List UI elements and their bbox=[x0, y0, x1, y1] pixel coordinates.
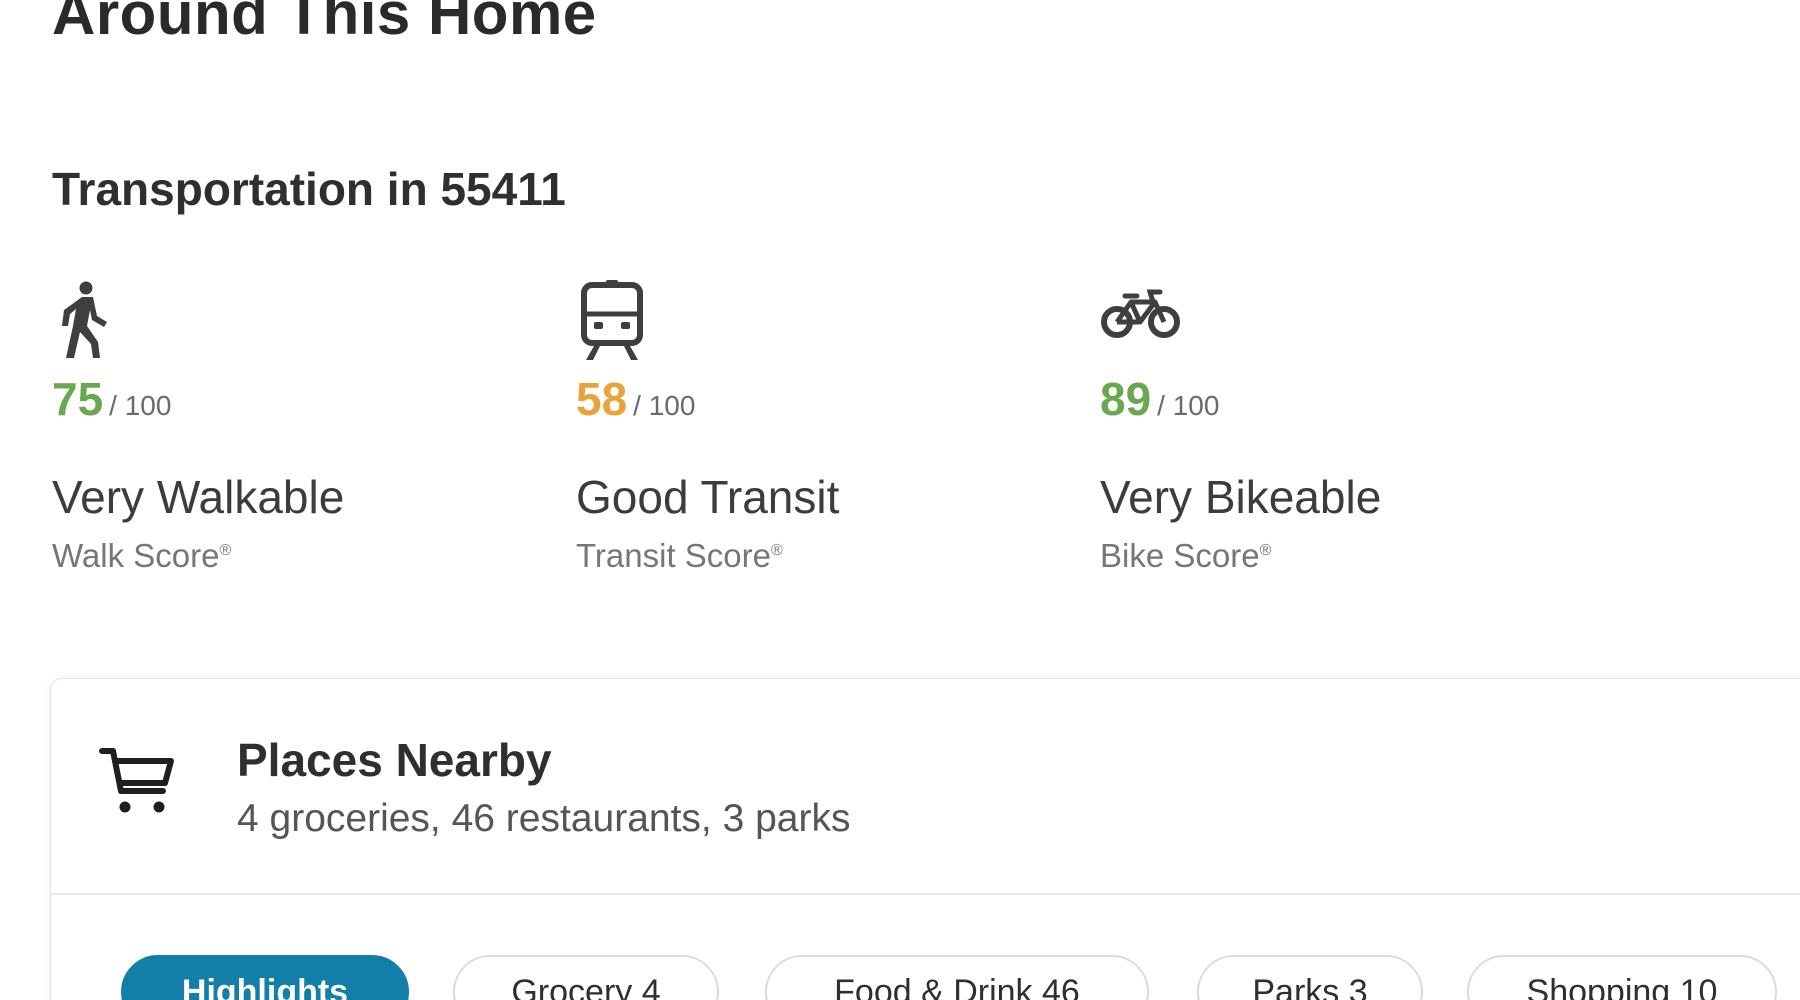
transit-score-max: / 100 bbox=[633, 390, 696, 421]
bike-score-value: 89 bbox=[1100, 373, 1152, 425]
walk-score-card: 75 / 100 Very Walkable Walk Score® bbox=[52, 280, 532, 590]
walk-score-brand-text: Walk Score bbox=[52, 537, 220, 574]
tab-highlights[interactable]: Highlights bbox=[121, 955, 409, 1000]
places-nearby-summary: 4 groceries, 46 restaurants, 3 parks bbox=[237, 797, 851, 840]
bike-score-max: / 100 bbox=[1157, 390, 1220, 421]
shopping-cart-icon bbox=[99, 745, 175, 817]
tab-parks[interactable]: Parks 3 bbox=[1197, 955, 1423, 1000]
tab-grocery[interactable]: Grocery 4 bbox=[453, 955, 719, 1000]
transit-score-value-row: 58 / 100 bbox=[576, 376, 695, 432]
transit-score-label: Good Transit bbox=[576, 471, 840, 523]
transit-score-brand[interactable]: Transit Score® bbox=[576, 537, 783, 574]
bike-score-brand-text: Bike Score bbox=[1100, 537, 1260, 574]
bike-score-brand[interactable]: Bike Score® bbox=[1100, 537, 1272, 574]
walk-icon bbox=[52, 280, 142, 362]
walk-score-value: 75 bbox=[52, 373, 104, 425]
transportation-title: Transportation in 55411 bbox=[52, 163, 566, 215]
section-title: Around This Home bbox=[52, 0, 597, 47]
places-nearby-card: Places Nearby 4 groceries, 46 restaurant… bbox=[50, 678, 1800, 1000]
registered-mark: ® bbox=[771, 542, 783, 559]
card-divider bbox=[51, 893, 1800, 895]
tab-food-drink[interactable]: Food & Drink 46 bbox=[765, 955, 1149, 1000]
transportation-scores: 75 / 100 Very Walkable Walk Score® 58 / … bbox=[52, 280, 1652, 590]
bike-icon bbox=[1100, 280, 1190, 362]
transit-score-brand-text: Transit Score bbox=[576, 537, 772, 574]
tab-shopping[interactable]: Shopping 10 bbox=[1467, 955, 1777, 1000]
around-this-home-page: Around This Home Transportation in 55411… bbox=[0, 0, 1800, 1000]
bike-score-label: Very Bikeable bbox=[1100, 471, 1382, 523]
walk-score-label: Very Walkable bbox=[52, 471, 345, 523]
bike-score-card: 89 / 100 Very Bikeable Bike Score® bbox=[1100, 280, 1580, 590]
registered-mark: ® bbox=[1259, 542, 1272, 559]
walk-score-value-row: 75 / 100 bbox=[52, 376, 171, 432]
train-icon bbox=[576, 280, 666, 362]
walk-score-brand[interactable]: Walk Score® bbox=[52, 537, 232, 574]
places-nearby-title: Places Nearby bbox=[237, 734, 552, 786]
registered-mark: ® bbox=[219, 542, 232, 559]
bike-score-value-row: 89 / 100 bbox=[1100, 376, 1219, 432]
transit-score-value: 58 bbox=[576, 373, 628, 425]
walk-score-max: / 100 bbox=[109, 390, 172, 421]
transit-score-card: 58 / 100 Good Transit Transit Score® bbox=[576, 280, 1056, 590]
